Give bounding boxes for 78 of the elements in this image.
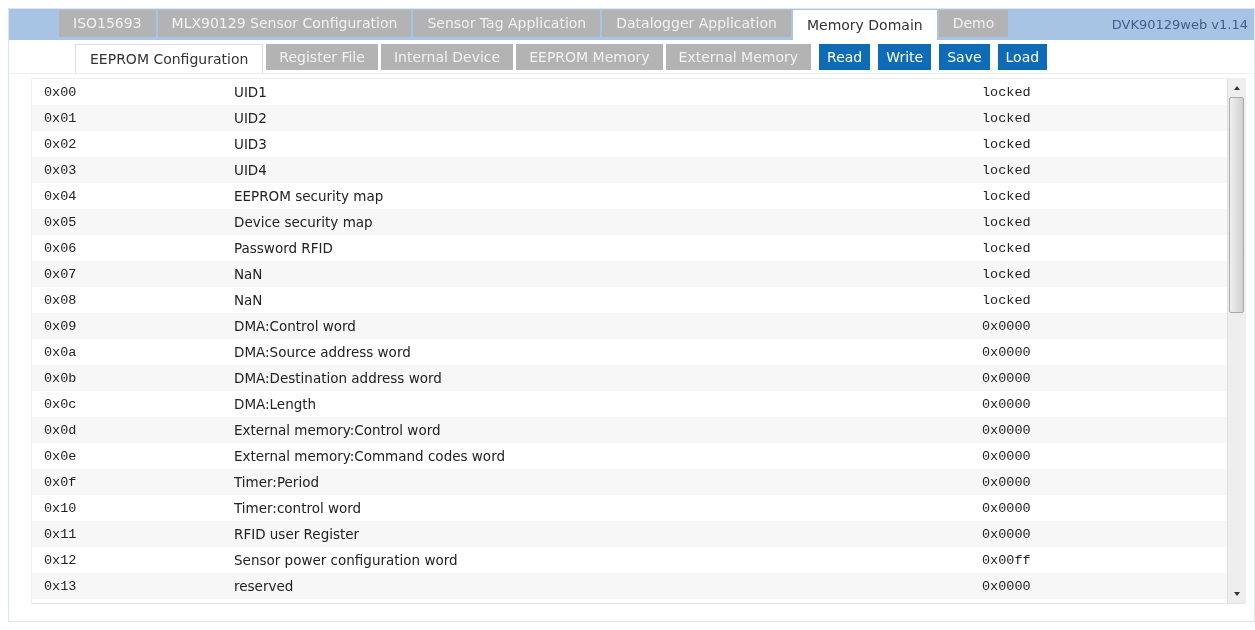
scroll-thumb[interactable] [1229, 97, 1244, 313]
value-cell: locked [982, 162, 1031, 178]
name-cell-text: Sensor power configuration word [234, 552, 459, 568]
value-cell: locked [982, 136, 1031, 152]
value-cell: locked [982, 266, 1031, 282]
tab[interactable]: MLX90129 Sensor Configuration [157, 10, 412, 37]
tab[interactable]: Sensor Tag Application [413, 10, 601, 37]
address-cell-text: 0x11 [43, 526, 78, 542]
value-cell: 0x0000 [982, 370, 1031, 386]
address-cell-text: 0x03 [43, 162, 78, 178]
action-button[interactable]: Read [819, 44, 871, 70]
name-cell-text: DMA:Length [234, 396, 318, 412]
value-cell: locked [982, 240, 1031, 256]
address-cell-text: 0x00 [43, 84, 78, 100]
tab[interactable]: Demo [938, 10, 1009, 37]
sub-tab[interactable]: EEPROM Memory [516, 44, 663, 70]
value-cell: 0x0000 [982, 578, 1031, 594]
value-cell: locked [982, 110, 1031, 126]
name-cell-text: NaN [234, 266, 264, 282]
address-cell-text: 0x12 [43, 552, 78, 568]
value-cell: locked [982, 292, 1031, 308]
value-cell: 0x0000 [982, 474, 1031, 490]
name-cell-text: Timer:control word [234, 500, 363, 516]
sub-tab[interactable]: Register File [266, 44, 378, 70]
name-cell-text: reserved [234, 578, 295, 594]
tab[interactable]: ISO15693 [59, 10, 156, 37]
name-cell-text: Password RFID [234, 240, 334, 256]
address-cell-text: 0x0d [43, 422, 78, 438]
value-cell: 0x0000 [982, 344, 1031, 360]
name-cell-text: NaN [234, 292, 264, 308]
address-cell-text: 0x04 [43, 188, 78, 204]
address-cell-text: 0x0f [43, 474, 78, 490]
name-cell-text: UID4 [234, 162, 268, 178]
address-cell-text: 0x0e [43, 448, 78, 464]
name-cell-text: EEPROM security map [234, 188, 385, 204]
address-cell-text: 0x07 [43, 266, 78, 282]
name-cell-text: RFID user Register [234, 526, 361, 542]
action-button[interactable]: Load [997, 44, 1048, 70]
value-cell: 0x0000 [982, 500, 1031, 516]
action-button[interactable]: Save [939, 44, 990, 70]
name-cell-text: DMA:Control word [234, 318, 357, 334]
name-cell-text: Device security map [234, 214, 374, 230]
scrollbar[interactable] [1227, 79, 1245, 603]
value-cell: 0x00ff [982, 552, 1031, 568]
value-cell: 0x0000 [982, 526, 1031, 542]
value-cell: locked [982, 214, 1031, 230]
name-cell-text: External memory:Control word [234, 422, 442, 438]
value-cell: 0x0000 [982, 448, 1031, 464]
value-cell: 0x0000 [982, 422, 1031, 438]
app-version: DVK90129web v1.14 [1111, 17, 1249, 32]
address-cell-text: 0x08 [43, 292, 78, 308]
sub-tab[interactable]: Internal Device [380, 44, 514, 70]
name-cell-text: DMA:Source address word [234, 344, 412, 360]
name-cell-text: Timer:Period [234, 474, 320, 490]
name-cell-text: External memory:Command codes word [234, 448, 506, 464]
address-cell-text: 0x09 [43, 318, 78, 334]
sub-tab[interactable]: External Memory [665, 44, 812, 70]
action-button[interactable]: Write [878, 44, 932, 70]
address-cell-text: 0x05 [43, 214, 78, 230]
sub-tab[interactable]: EEPROM Configuration [75, 44, 264, 73]
address-cell-text: 0x0c [43, 396, 78, 412]
address-cell-text: 0x01 [43, 110, 78, 126]
address-cell-text: 0x13 [43, 578, 78, 594]
address-cell-text: 0x0b [43, 370, 78, 386]
tab[interactable]: Datalogger Application [602, 10, 791, 37]
tab[interactable]: Memory Domain [792, 10, 937, 40]
value-cell: 0x0000 [982, 318, 1031, 334]
name-cell-text: DMA:Destination address word [234, 370, 443, 386]
address-cell-text: 0x0a [43, 344, 78, 360]
value-cell: locked [982, 84, 1031, 100]
address-cell-text: 0x02 [43, 136, 78, 152]
address-cell-text: 0x10 [43, 500, 78, 516]
name-cell-text: UID2 [234, 110, 268, 126]
name-cell-text: UID1 [234, 84, 268, 100]
address-cell-text: 0x06 [43, 240, 78, 256]
value-cell: 0x0000 [982, 396, 1031, 412]
name-cell-text: UID3 [234, 136, 268, 152]
value-cell: locked [982, 188, 1031, 204]
